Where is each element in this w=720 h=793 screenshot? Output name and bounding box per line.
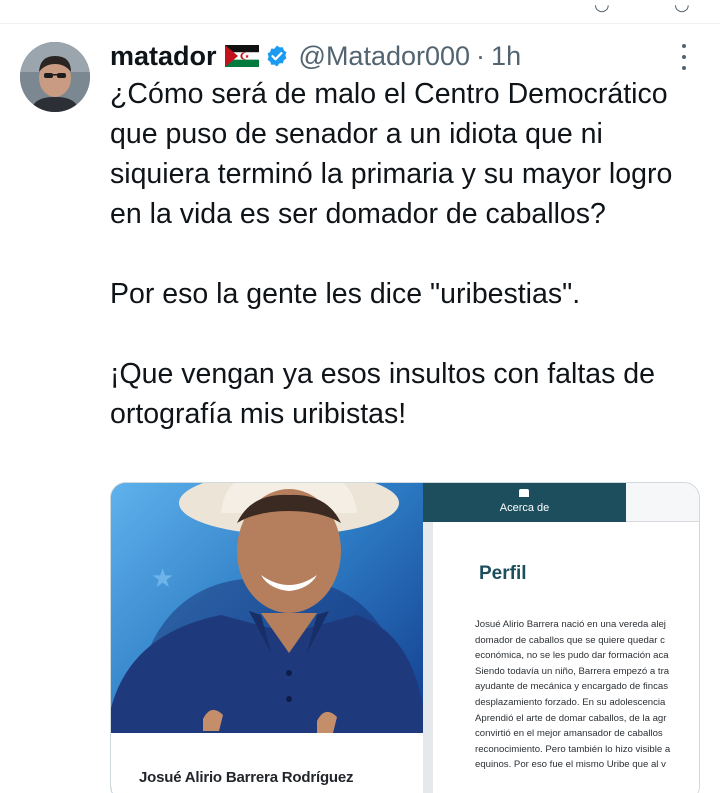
bio-line: Josué Alirio Barrera nació en una vereda… xyxy=(475,619,666,630)
user-handle[interactable]: @Matador000 xyxy=(299,41,471,72)
bio-line: ayudante de mecánica y encargado de finc… xyxy=(475,681,669,693)
bio-line: equinos. Por eso fue el mismo Uribe que … xyxy=(475,759,666,771)
tweet-paragraph: Por eso la gente les dice "uribestias". xyxy=(110,278,581,310)
person-photo: ★ Josué Alirio Barrera Rodríguez xyxy=(111,483,423,793)
avatar-photo xyxy=(20,42,90,112)
bio-line: Siendo todavía un niño, Barrera empezó a… xyxy=(475,665,670,677)
bio-line: domador de caballos que se quiere quedar… xyxy=(475,634,665,646)
display-name[interactable]: matador xyxy=(110,41,217,72)
tweet-media-image[interactable]: ★ Josué Alirio Barrera Rodríguez Acerca … xyxy=(110,482,700,793)
profile-title: Perfil xyxy=(479,563,527,584)
tweet-paragraph: ¡Que vengan ya esos insultos con faltas … xyxy=(110,358,655,430)
tweet-header: matador @Matador000 · 1h xyxy=(110,38,670,74)
previous-tweet-icon-fragment: ◡ xyxy=(594,0,610,14)
more-options-icon[interactable] xyxy=(672,42,696,72)
profile-bio: Josué Alirio Barrera nació en una vereda… xyxy=(475,617,699,773)
previous-tweet-edge: ◡ ◡ xyxy=(0,0,720,24)
avatar[interactable] xyxy=(20,42,90,112)
bio-line: económica, no se les pudo dar formación … xyxy=(475,650,669,662)
person-caption: Josué Alirio Barrera Rodríguez xyxy=(139,769,354,786)
verified-badge-icon xyxy=(265,44,289,68)
person-icon xyxy=(519,489,529,497)
tab-about: Acerca de xyxy=(423,483,626,522)
sahrawi-flag-icon xyxy=(224,45,259,67)
tweet-text: ¿Cómo será de malo el Centro Democrático… xyxy=(110,74,710,434)
profile-page-screenshot: Acerca de Perfil Josué Alirio Barrera na… xyxy=(423,483,699,793)
bio-line: Aprendió el arte de domar caballos, de l… xyxy=(475,712,667,724)
bio-line: reconocimiento. Pero también lo hizo vis… xyxy=(475,743,671,755)
tab-label: Acerca de xyxy=(499,502,550,514)
previous-tweet-icon-fragment: ◡ xyxy=(674,0,690,14)
tweet[interactable]: matador @Matador000 · 1h ¿Cómo será de m… xyxy=(0,24,720,793)
timestamp[interactable]: 1h xyxy=(491,41,521,72)
bio-line: desplazamiento forzado. En su adolescenc… xyxy=(475,696,666,708)
bio-line: convirtió en el mejor amansador de cabal… xyxy=(475,728,663,740)
tweet-paragraph: ¿Cómo será de malo el Centro Democrático… xyxy=(110,78,673,230)
svg-text:★: ★ xyxy=(151,564,174,594)
separator-dot: · xyxy=(476,40,486,71)
tab-inactive xyxy=(626,483,699,522)
